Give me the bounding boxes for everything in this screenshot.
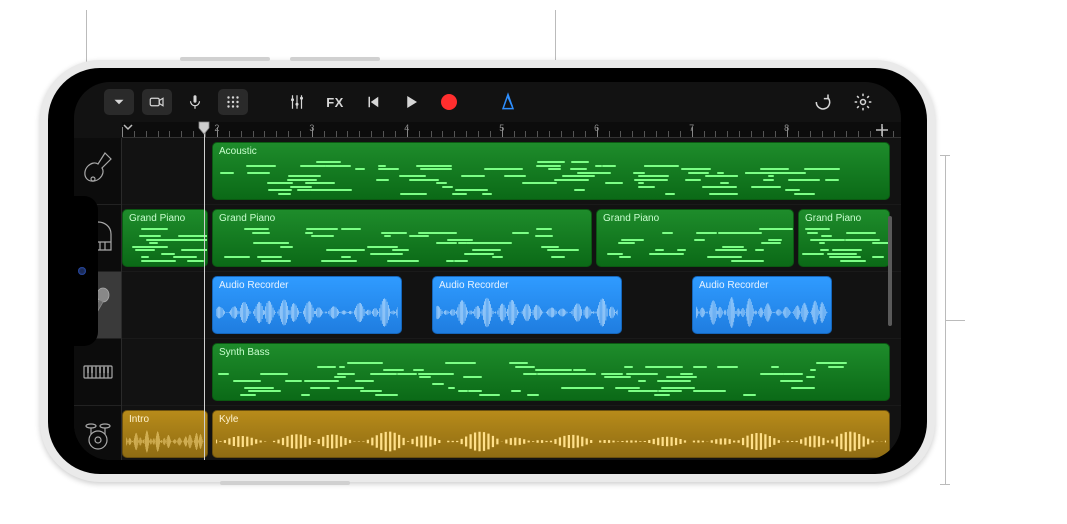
track-header-guitar[interactable]: [74, 138, 121, 205]
region-label: Audio Recorder: [219, 280, 395, 291]
ruler[interactable]: 2 3 4 5 6 7 8: [122, 122, 901, 138]
grid-icon: [224, 93, 242, 111]
nav-menu-button[interactable]: [104, 89, 134, 115]
mic-icon: [186, 93, 204, 111]
sliders-icon: [288, 93, 306, 111]
region[interactable]: Grand Piano: [212, 209, 592, 267]
track-lane[interactable]: Intro Kyle: [122, 406, 901, 460]
metronome-button[interactable]: [492, 89, 524, 115]
tracks-area[interactable]: AcousticGrand PianoGrand PianoGrand Pian…: [122, 138, 901, 460]
region[interactable]: Intro: [122, 410, 208, 458]
play-icon: [402, 93, 420, 111]
rewind-button[interactable]: [358, 89, 388, 115]
ruler-bar-label: 2: [214, 123, 219, 133]
region[interactable]: Synth Bass: [212, 343, 890, 401]
region[interactable]: Grand Piano: [596, 209, 794, 267]
track-lane[interactable]: Grand Piano Grand Piano Grand Piano Grand P…: [122, 205, 901, 272]
mic-button[interactable]: [180, 89, 210, 115]
grid-button[interactable]: [218, 89, 248, 115]
region-label: Grand Piano: [603, 213, 787, 224]
region-label: Grand Piano: [805, 213, 883, 224]
device-frame: FX: [40, 60, 935, 482]
chevron-down-icon: [122, 121, 134, 133]
notch: [74, 196, 98, 346]
region[interactable]: Grand Piano: [122, 209, 208, 267]
loop-browser-button[interactable]: [807, 89, 839, 115]
ruler-bar-label: 8: [784, 123, 789, 133]
gear-icon: [853, 92, 873, 112]
camera-icon: [148, 93, 166, 111]
region-label: Kyle: [219, 414, 883, 425]
play-button[interactable]: [396, 89, 426, 115]
add-track-button[interactable]: [871, 120, 893, 140]
playhead-handle[interactable]: [198, 121, 210, 135]
camera-button[interactable]: [142, 89, 172, 115]
region[interactable]: Audio Recorder: [432, 276, 622, 334]
metronome-icon: [498, 92, 518, 112]
ruler-bar-label: 3: [309, 123, 314, 133]
guitar-icon: [81, 149, 115, 193]
ruler-bar-label: 6: [594, 123, 599, 133]
track-lane[interactable]: Synth Bass: [122, 339, 901, 406]
playhead[interactable]: [204, 122, 205, 460]
record-icon: [441, 94, 457, 110]
drums-icon: [81, 412, 115, 456]
mixer-button[interactable]: [282, 89, 312, 115]
region-label: Acoustic: [219, 146, 883, 157]
region[interactable]: Acoustic: [212, 142, 890, 200]
region[interactable]: Audio Recorder: [692, 276, 832, 334]
region[interactable]: Grand Piano: [798, 209, 890, 267]
track-header-keyboard[interactable]: [74, 339, 121, 406]
fx-label: FX: [326, 95, 344, 110]
toolbar: FX: [74, 82, 901, 122]
track-lane[interactable]: Acoustic: [122, 138, 901, 205]
chevron-down-icon: [110, 93, 128, 111]
home-indicator[interactable]: [888, 216, 892, 326]
ruler-chevron[interactable]: [122, 120, 134, 134]
track-lane[interactable]: Audio Recorder Audio Recorder Audio Record…: [122, 272, 901, 339]
region-label: Audio Recorder: [439, 280, 615, 291]
ruler-bar-label: 4: [404, 123, 409, 133]
region[interactable]: Kyle: [212, 410, 890, 458]
plus-icon: [873, 121, 891, 139]
region-label: Grand Piano: [129, 213, 201, 224]
region[interactable]: Audio Recorder: [212, 276, 402, 334]
region-label: Intro: [129, 414, 201, 425]
region-label: Grand Piano: [219, 213, 585, 224]
fx-button[interactable]: FX: [320, 89, 350, 115]
loop-icon: [813, 92, 833, 112]
keyboard-icon: [81, 350, 115, 394]
ruler-bar-label: 7: [689, 123, 694, 133]
record-button[interactable]: [434, 89, 464, 115]
skip-back-icon: [364, 93, 382, 111]
settings-button[interactable]: [847, 89, 879, 115]
region-label: Synth Bass: [219, 347, 883, 358]
track-header-drums[interactable]: [74, 406, 121, 460]
region-label: Audio Recorder: [699, 280, 825, 291]
ruler-bar-label: 5: [499, 123, 504, 133]
screen: FX: [74, 82, 901, 460]
